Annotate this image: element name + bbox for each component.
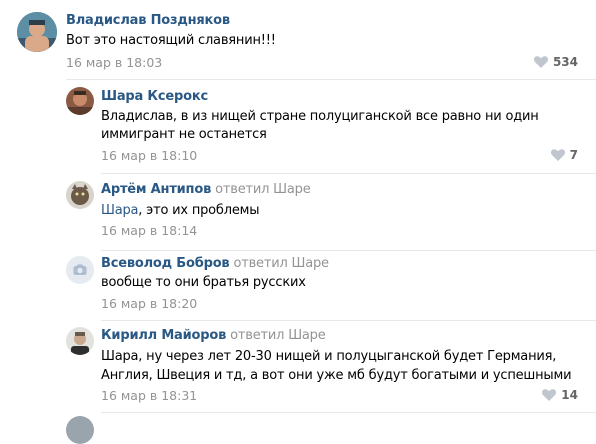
- camera-icon: [66, 256, 94, 284]
- comment: Владислав Поздняков Вот это настоящий сл…: [0, 0, 596, 80]
- comment-text-rest: , это их проблемы: [138, 203, 260, 218]
- comment-author[interactable]: Кирилл Майоров: [101, 328, 226, 343]
- reply-word: ответил: [230, 328, 285, 343]
- like-button[interactable]: 7: [550, 148, 578, 162]
- comment-author[interactable]: Всеволод Бобров: [101, 256, 230, 271]
- avatar[interactable]: [66, 181, 94, 209]
- like-count: 14: [561, 388, 578, 402]
- avatar[interactable]: [66, 416, 94, 444]
- like-count: 534: [552, 55, 578, 69]
- comment-author[interactable]: Владислав Поздняков: [66, 13, 230, 28]
- comment-author-line: Кирилл Майоров ответил Шаре: [101, 328, 326, 343]
- comment: Артём Антипов ответил Шаре Шара, это их п…: [0, 174, 596, 251]
- comment-date[interactable]: 16 мар в 18:10: [101, 148, 197, 163]
- reply-word: ответил: [233, 256, 288, 271]
- divider: [101, 412, 596, 413]
- divider: [101, 320, 596, 321]
- reply-target-link[interactable]: Шаре: [273, 182, 311, 197]
- comment-text: Шара, это их проблемы: [101, 201, 260, 220]
- comment-text-line-1: Владислав, в из нищей стране полуциганск…: [101, 109, 539, 124]
- comment-author[interactable]: Шара Ксерокс: [101, 89, 208, 104]
- comment-date[interactable]: 16 мар в 18:03: [66, 55, 162, 70]
- avatar-photo-icon: [17, 12, 57, 52]
- avatar[interactable]: [66, 327, 94, 355]
- avatar-photo-icon: [66, 87, 94, 115]
- avatar[interactable]: [17, 12, 57, 52]
- reply-indicator: ответил Шаре: [215, 182, 311, 197]
- heart-icon: [550, 149, 565, 161]
- mention-link[interactable]: Шара: [101, 203, 138, 218]
- comment-author-line: Всеволод Бобров ответил Шаре: [101, 256, 329, 271]
- reply-target-link[interactable]: Шаре: [292, 256, 330, 271]
- comment-author-line: Артём Антипов ответил Шаре: [101, 182, 311, 197]
- like-button[interactable]: 14: [542, 388, 578, 402]
- like-button[interactable]: 534: [533, 55, 578, 69]
- reply-word: ответил: [215, 182, 270, 197]
- comment: Кирилл Майоров ответил Шаре Шара, ну чере…: [0, 322, 596, 413]
- reply-indicator: ответил Шаре: [230, 328, 326, 343]
- comment: Всеволод Бобров ответил Шаре вообще то он…: [0, 251, 596, 321]
- heart-icon: [533, 56, 548, 68]
- comment: Шара Ксерокс Владислав, в из нищей стран…: [0, 80, 596, 174]
- reply-indicator: ответил Шаре: [233, 256, 330, 271]
- comment-text-line-2: Англия, Швеция и тд, а вот они уже мб бу…: [101, 368, 572, 383]
- comment-date[interactable]: 16 мар в 18:14: [101, 223, 197, 238]
- avatar-photo-icon: [66, 327, 94, 355]
- comment-date[interactable]: 16 мар в 18:31: [101, 388, 197, 403]
- comment-date[interactable]: 16 мар в 18:20: [101, 296, 197, 311]
- comment-text: вообще то они братья русских: [101, 275, 306, 290]
- comment-text-line-2: иммигрант не останется: [101, 127, 267, 142]
- comment-text: Вот это настоящий славянин!!!: [66, 33, 276, 48]
- reply-target-link[interactable]: Шаре: [288, 328, 326, 343]
- comment-author[interactable]: Артём Антипов: [101, 182, 211, 197]
- comment-text-line-1: Шара, ну через лет 20-30 нищей и полуцыг…: [101, 349, 557, 364]
- heart-icon: [542, 389, 557, 401]
- like-count: 7: [569, 148, 578, 162]
- avatar[interactable]: [66, 256, 94, 284]
- avatar[interactable]: [66, 87, 94, 115]
- avatar-photo-icon: [66, 181, 94, 209]
